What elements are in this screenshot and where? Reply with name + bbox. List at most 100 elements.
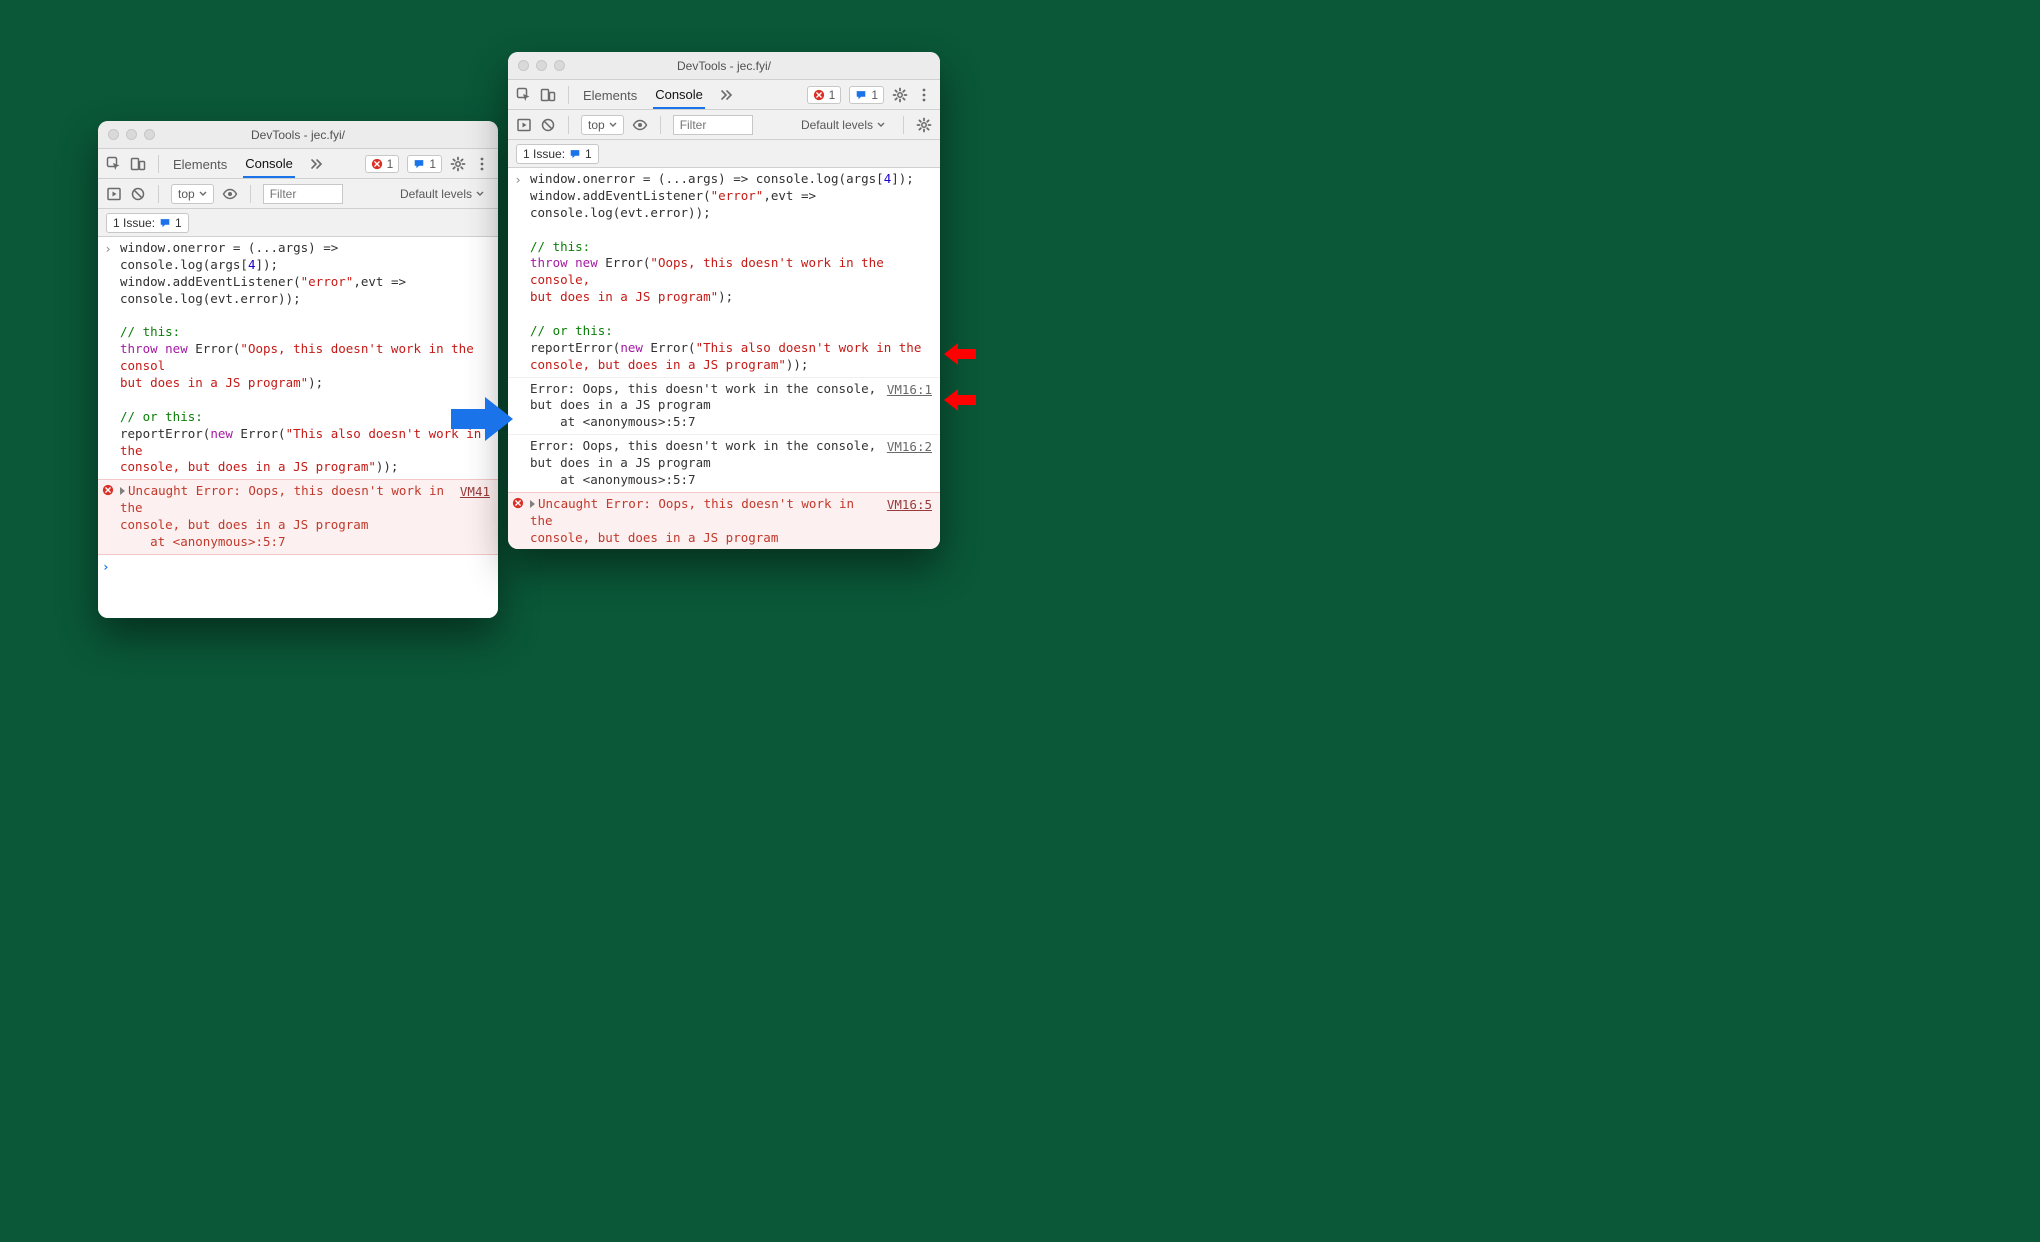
kebab-icon[interactable] (916, 87, 932, 103)
gear-icon[interactable] (450, 156, 466, 172)
filter-field[interactable] (263, 184, 343, 204)
source-link[interactable]: VM16:5 (887, 496, 932, 512)
chevron-down-icon (199, 191, 207, 196)
issue-icon (159, 217, 171, 229)
traffic-lights[interactable] (518, 60, 565, 71)
sidebar-toggle-icon[interactable] (106, 186, 122, 202)
disclosure-triangle-icon[interactable] (120, 487, 125, 495)
context-selector[interactable]: top (581, 115, 624, 135)
tab-elements[interactable]: Elements (171, 151, 229, 177)
issue-icon (413, 158, 425, 170)
gear-icon[interactable] (892, 87, 908, 103)
minimize-dot[interactable] (536, 60, 547, 71)
console-error-entry[interactable]: Uncaught Error: Oops, this doesn't work … (98, 480, 498, 555)
main-toolbar: Elements Console 1 1 (98, 149, 498, 179)
tab-elements[interactable]: Elements (581, 82, 639, 108)
levels-selector[interactable]: Default levels (394, 185, 490, 203)
levels-label: Default levels (400, 187, 472, 201)
context-label: top (178, 187, 195, 201)
error-message: Uncaught Error: Oops, this doesn't work … (120, 483, 454, 551)
error-icon (512, 496, 524, 512)
error-count: 1 (387, 157, 394, 171)
divider (660, 116, 661, 134)
divider (158, 155, 159, 173)
input-chevron-icon: › (512, 171, 524, 187)
console-input-entry[interactable]: › window.onerror = (...args) => console.… (98, 237, 498, 480)
chevron-down-icon (609, 122, 617, 127)
divider (250, 185, 251, 203)
issues-row: 1 Issue: 1 (98, 209, 498, 237)
issue-count-badge[interactable]: 1 (407, 155, 442, 173)
traffic-lights[interactable] (108, 129, 155, 140)
error-count-badge[interactable]: 1 (807, 86, 842, 104)
error-message: Uncaught Error: Oops, this doesn't work … (530, 496, 881, 549)
issue-count-badge[interactable]: 1 (849, 86, 884, 104)
disclosure-triangle-icon[interactable] (530, 500, 535, 508)
filter-field[interactable] (673, 115, 753, 135)
console-log-entry[interactable]: Error: Oops, this doesn't work in the co… (508, 378, 940, 436)
filter-input[interactable] (268, 186, 338, 202)
error-count-badge[interactable]: 1 (365, 155, 400, 173)
source-link[interactable]: VM16:1 (887, 381, 932, 397)
divider (158, 185, 159, 203)
inspect-icon[interactable] (106, 156, 122, 172)
zoom-dot[interactable] (554, 60, 565, 71)
issues-label: 1 Issue: (113, 216, 155, 230)
eye-icon[interactable] (632, 117, 648, 133)
console-prompt[interactable]: › (98, 555, 498, 578)
titlebar: DevTools - jec.fyi/ (508, 52, 940, 80)
error-icon (102, 483, 114, 499)
source-link[interactable]: VM41 (460, 483, 490, 499)
console-toolbar: top Default levels (508, 110, 940, 140)
log-text: Error: Oops, this doesn't work in the co… (530, 381, 881, 432)
issue-icon (569, 148, 581, 160)
zoom-dot[interactable] (144, 129, 155, 140)
device-icon[interactable] (540, 87, 556, 103)
console-log[interactable]: › window.onerror = (...args) => console.… (98, 237, 498, 618)
console-log[interactable]: › window.onerror = (...args) => console.… (508, 168, 940, 549)
close-dot[interactable] (518, 60, 529, 71)
annotation-arrow-right (449, 395, 515, 443)
code-input: window.onerror = (...args) => console.lo… (530, 171, 932, 374)
issues-chip[interactable]: 1 Issue: 1 (106, 213, 189, 233)
log-text: Error: Oops, this doesn't work in the co… (530, 438, 881, 489)
close-dot[interactable] (108, 129, 119, 140)
more-tabs-icon[interactable] (309, 156, 325, 172)
code-input: window.onerror = (...args) => console.lo… (120, 240, 490, 476)
context-selector[interactable]: top (171, 184, 214, 204)
tabs: Elements Console (581, 81, 735, 109)
console-log-entry[interactable]: Error: Oops, this doesn't work in the co… (508, 435, 940, 493)
window-title: DevTools - jec.fyi/ (508, 59, 940, 73)
levels-label: Default levels (801, 118, 873, 132)
device-icon[interactable] (130, 156, 146, 172)
levels-selector[interactable]: Default levels (795, 116, 891, 134)
clear-icon[interactable] (540, 117, 556, 133)
gear-icon[interactable] (916, 117, 932, 133)
issue-icon (855, 89, 867, 101)
console-error-entry[interactable]: Uncaught Error: Oops, this doesn't work … (508, 493, 940, 549)
kebab-icon[interactable] (474, 156, 490, 172)
sidebar-toggle-icon[interactable] (516, 117, 532, 133)
divider (568, 86, 569, 104)
tab-console[interactable]: Console (653, 81, 705, 109)
console-input-entry[interactable]: › window.onerror = (...args) => console.… (508, 168, 940, 378)
devtools-window-before: DevTools - jec.fyi/ Elements Console 1 1… (98, 121, 498, 618)
more-tabs-icon[interactable] (719, 87, 735, 103)
issues-chip[interactable]: 1 Issue: 1 (516, 144, 599, 164)
minimize-dot[interactable] (126, 129, 137, 140)
error-count: 1 (829, 88, 836, 102)
error-icon (371, 158, 383, 170)
filter-input[interactable] (678, 117, 748, 133)
issues-count: 1 (585, 147, 592, 161)
tabs: Elements Console (171, 150, 325, 178)
inspect-icon[interactable] (516, 87, 532, 103)
devtools-window-after: DevTools - jec.fyi/ Elements Console 1 1… (508, 52, 940, 549)
tab-console[interactable]: Console (243, 150, 295, 178)
clear-icon[interactable] (130, 186, 146, 202)
source-link[interactable]: VM16:2 (887, 438, 932, 454)
issue-count: 1 (871, 88, 878, 102)
eye-icon[interactable] (222, 186, 238, 202)
issue-count: 1 (429, 157, 436, 171)
error-icon (813, 89, 825, 101)
titlebar: DevTools - jec.fyi/ (98, 121, 498, 149)
